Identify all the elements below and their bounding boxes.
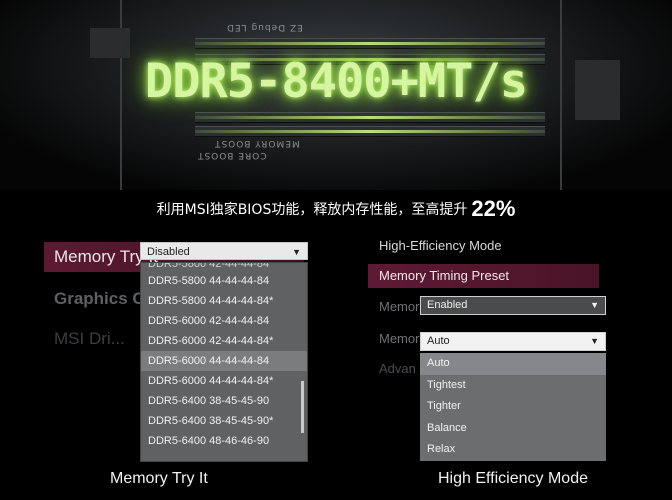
list-item[interactable]: Balance xyxy=(420,418,606,440)
dropdown-arrow-icon: ▼ xyxy=(292,247,301,257)
select-value: Auto xyxy=(427,335,450,347)
list-item[interactable]: DDR5-5800 42-44-44-84 xyxy=(141,263,307,271)
subtitle: 利用MSI独家BIOS功能，释放内存性能，至高提升 22% xyxy=(0,196,672,222)
list-item[interactable]: DDR5-6000 42-44-44-84 xyxy=(141,311,307,331)
setting-label-3: Advan xyxy=(379,361,416,376)
board-label-ez-debug: EZ Debug LED xyxy=(226,22,303,32)
board-label-memory-boost: MEMORY BOOST xyxy=(214,138,300,148)
menu-item-msi-driver[interactable]: MSI Dri... xyxy=(44,324,125,354)
dimm-slot xyxy=(195,126,545,137)
timing-mode-list[interactable]: Auto Tightest Tighter Balance Relax xyxy=(420,353,606,461)
board-label-core-boost: CORE BOOST xyxy=(197,150,267,160)
dimm-slot xyxy=(195,38,545,49)
list-item[interactable]: Relax xyxy=(420,439,606,461)
scrollbar-thumb[interactable] xyxy=(301,381,304,433)
memory-try-it-dropdown[interactable]: Disabled ▼ xyxy=(140,242,308,260)
list-item[interactable]: Tighter xyxy=(420,396,606,418)
list-item[interactable]: DDR5-6400 48-46-46-90 xyxy=(141,431,307,451)
hero-title: DDR5-8400+MT/s xyxy=(144,54,528,109)
caption-memory-try-it: Memory Try It xyxy=(110,470,208,487)
subtitle-highlight: 22% xyxy=(471,196,516,221)
caption-high-efficiency-mode: High Efficiency Mode xyxy=(438,470,588,487)
list-item[interactable]: DDR5-6400 38-45-45-90 xyxy=(141,391,307,411)
timing-mode-select[interactable]: Auto ▼ xyxy=(420,332,606,351)
memory-preset-list[interactable]: DDR5-5800 42-44-44-84 DDR5-5800 44-44-44… xyxy=(140,262,308,462)
list-item-highlighted[interactable]: DDR5-6000 44-44-44-84 xyxy=(141,351,307,371)
list-item[interactable]: Tightest xyxy=(420,375,606,397)
setting-label-2: Memor xyxy=(379,331,420,346)
list-item-highlighted[interactable]: Auto xyxy=(420,353,606,375)
enabled-select[interactable]: Enabled ▼ xyxy=(420,296,606,315)
select-value: Enabled xyxy=(427,299,468,311)
dropdown-arrow-icon: ▼ xyxy=(590,300,599,310)
dimm-slot xyxy=(195,112,545,123)
list-item[interactable]: DDR5-6000 44-44-44-84* xyxy=(141,371,307,391)
dropdown-arrow-icon: ▼ xyxy=(590,336,599,346)
list-item[interactable]: DDR5-6000 42-44-44-84* xyxy=(141,331,307,351)
menu-item-memory-timing-preset[interactable]: Memory Timing Preset xyxy=(368,264,599,288)
list-item[interactable]: DDR5-5800 44-44-44-84 xyxy=(141,271,307,291)
subtitle-text: 利用MSI独家BIOS功能，释放内存性能，至高提升 xyxy=(156,202,468,218)
high-efficiency-mode-label: High-Efficiency Mode xyxy=(379,238,502,253)
dropdown-value: Disabled xyxy=(147,246,190,258)
list-item[interactable]: DDR5-6400 38-45-45-90* xyxy=(141,411,307,431)
hero-banner: EZ Debug LED CORE BOOST MEMORY BOOST DDR… xyxy=(0,0,672,190)
list-item[interactable]: DDR5-5800 44-44-44-84* xyxy=(141,291,307,311)
setting-label-1: Memor xyxy=(379,299,420,314)
